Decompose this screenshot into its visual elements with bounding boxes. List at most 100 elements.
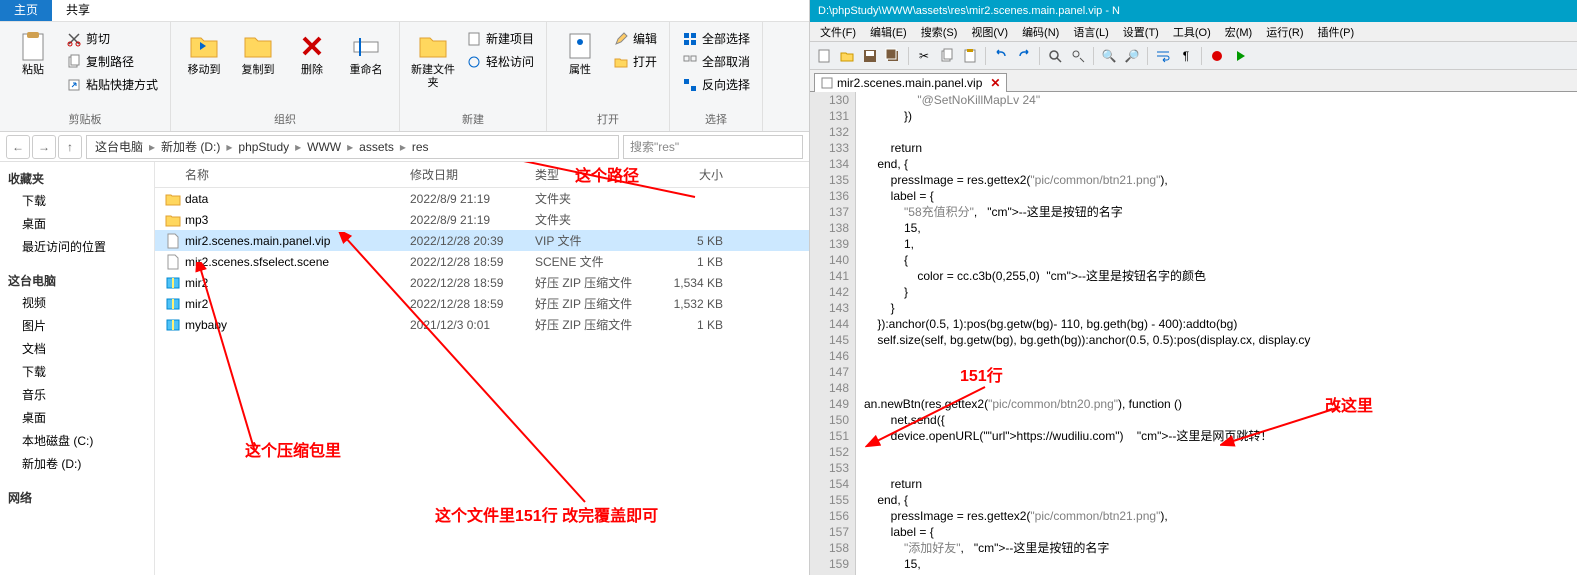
menu-macro[interactable]: 宏(M) [1219,23,1259,41]
menu-language[interactable]: 语言(L) [1067,23,1114,41]
back-button[interactable]: ← [6,135,30,159]
undo-icon[interactable] [991,46,1011,66]
rename-button[interactable]: 重命名 [341,28,391,79]
zoom-in-icon[interactable]: 🔍 [1099,46,1119,66]
sidebar-item-documents[interactable]: 文档 [4,337,150,360]
menu-plugins[interactable]: 插件(P) [1312,23,1361,41]
column-date[interactable]: 修改日期 [410,166,535,183]
menu-settings[interactable]: 设置(T) [1117,23,1165,41]
word-wrap-icon[interactable] [1153,46,1173,66]
search-input[interactable]: 搜索"res" [623,135,803,159]
show-all-chars-icon[interactable]: ¶ [1176,46,1196,66]
open-file-icon[interactable] [837,46,857,66]
tab-home[interactable]: 主页 [0,0,52,21]
sidebar-item-downloads[interactable]: 下载 [4,189,150,212]
select-group-label: 选择 [678,109,754,129]
sidebar-item-drive-c[interactable]: 本地磁盘 (C:) [4,429,150,452]
copy-icon[interactable] [937,46,957,66]
line-number-gutter: 1301311321331341351361371381391401411421… [810,92,856,575]
file-row[interactable]: mir2.scenes.sfselect.scene2022/12/28 18:… [155,251,809,272]
sidebar-item-videos[interactable]: 视频 [4,291,150,314]
redo-icon[interactable] [1014,46,1034,66]
menu-view[interactable]: 视图(V) [965,23,1014,41]
file-row[interactable]: data2022/8/9 21:19文件夹 [155,188,809,209]
clipboard-group-label: 剪贴板 [8,109,162,129]
sidebar-item-desktop[interactable]: 桌面 [4,212,150,235]
copy-to-button[interactable]: 复制到 [233,28,283,79]
cut-button[interactable]: 剪切 [62,28,162,49]
properties-button[interactable]: 属性 [555,28,605,79]
paste-icon[interactable] [960,46,980,66]
ribbon-tabs: 主页 共享 [0,0,809,22]
address-bar: ← → ↑ 这台电脑▸ 新加卷 (D:)▸ phpStudy▸ WWW▸ ass… [0,132,809,162]
file-row[interactable]: mir22022/12/28 18:59好压 ZIP 压缩文件1,534 KB [155,272,809,293]
file-list-pane: 名称 修改日期 类型 大小 data2022/8/9 21:19文件夹mp320… [155,162,809,575]
sidebar-item-drive-d[interactable]: 新加卷 (D:) [4,452,150,475]
select-all-button[interactable]: 全部选择 [678,28,754,49]
window-title: D:\phpStudy\WWW\assets\res\mir2.scenes.m… [810,0,1577,22]
breadcrumb[interactable]: 这台电脑▸ 新加卷 (D:)▸ phpStudy▸ WWW▸ assets▸ r… [86,135,619,159]
zoom-out-icon[interactable]: 🔎 [1122,46,1142,66]
file-explorer: 主页 共享 粘贴 剪切 复制路径 粘贴快捷方式 剪贴板 移动到 复制到 [0,0,810,575]
ribbon: 粘贴 剪切 复制路径 粘贴快捷方式 剪贴板 移动到 复制到 删除 重命名 组织 … [0,22,809,132]
menu-edit[interactable]: 编辑(E) [864,23,913,41]
tab-share[interactable]: 共享 [52,0,104,21]
save-all-icon[interactable] [883,46,903,66]
new-item-button[interactable]: 新建项目 [462,28,538,49]
save-icon[interactable] [860,46,880,66]
sidebar-favorites-header[interactable]: 收藏夹 [4,168,150,189]
code-editor[interactable]: 1301311321331341351361371381391401411421… [810,92,1577,575]
sidebar-this-pc-header[interactable]: 这台电脑 [4,270,150,291]
sidebar: 收藏夹 下载 桌面 最近访问的位置 这台电脑 视频 图片 文档 下载 音乐 桌面… [0,162,155,575]
sidebar-item-music[interactable]: 音乐 [4,383,150,406]
sidebar-item-recent[interactable]: 最近访问的位置 [4,235,150,258]
column-type[interactable]: 类型 [535,166,655,183]
notepad-editor: D:\phpStudy\WWW\assets\res\mir2.scenes.m… [810,0,1577,575]
menu-encoding[interactable]: 编码(N) [1016,23,1065,41]
new-file-icon[interactable] [814,46,834,66]
file-tab-icon [821,77,833,89]
editor-tab[interactable]: mir2.scenes.main.panel.vip ✕ [814,73,1007,92]
sidebar-item-pictures[interactable]: 图片 [4,314,150,337]
sidebar-item-desktop2[interactable]: 桌面 [4,406,150,429]
open-button[interactable]: 打开 [609,51,661,72]
file-list-header: 名称 修改日期 类型 大小 [155,162,809,188]
code-area[interactable]: "@SetNoKillMapLv 24" }) return end, { pr… [856,92,1577,575]
paste-shortcut-button[interactable]: 粘贴快捷方式 [62,74,162,95]
replace-icon[interactable] [1068,46,1088,66]
menu-file[interactable]: 文件(F) [814,23,862,41]
new-group-label: 新建 [408,109,538,129]
file-list: data2022/8/9 21:19文件夹mp32022/8/9 21:19文件… [155,188,809,575]
move-to-button[interactable]: 移动到 [179,28,229,79]
edit-button[interactable]: 编辑 [609,28,661,49]
delete-button[interactable]: 删除 [287,28,337,79]
menu-bar: 文件(F) 编辑(E) 搜索(S) 视图(V) 编码(N) 语言(L) 设置(T… [810,22,1577,42]
toolbar: ✂ 🔍 🔎 ¶ [810,42,1577,70]
sidebar-network-header[interactable]: 网络 [4,487,150,508]
select-none-button[interactable]: 全部取消 [678,51,754,72]
file-row[interactable]: mir22022/12/28 18:59好压 ZIP 压缩文件1,532 KB [155,293,809,314]
menu-run[interactable]: 运行(R) [1260,23,1309,41]
invert-selection-button[interactable]: 反向选择 [678,74,754,95]
paste-button[interactable]: 粘贴 [8,28,58,79]
editor-tabs: mir2.scenes.main.panel.vip ✕ [810,70,1577,92]
cut-icon[interactable]: ✂ [914,46,934,66]
file-row[interactable]: mir2.scenes.main.panel.vip2022/12/28 20:… [155,230,809,251]
organize-group-label: 组织 [179,109,391,129]
forward-button[interactable]: → [32,135,56,159]
menu-tools[interactable]: 工具(O) [1167,23,1217,41]
file-row[interactable]: mybaby2021/12/3 0:01好压 ZIP 压缩文件1 KB [155,314,809,335]
column-size[interactable]: 大小 [655,166,735,183]
new-folder-button[interactable]: 新建文件夹 [408,28,458,92]
easy-access-button[interactable]: 轻松访问 [462,51,538,72]
record-macro-icon[interactable] [1207,46,1227,66]
close-tab-icon[interactable]: ✕ [990,76,1000,90]
file-row[interactable]: mp32022/8/9 21:19文件夹 [155,209,809,230]
menu-search[interactable]: 搜索(S) [915,23,964,41]
copy-path-button[interactable]: 复制路径 [62,51,162,72]
sidebar-item-downloads2[interactable]: 下载 [4,360,150,383]
column-name[interactable]: 名称 [155,166,410,183]
play-macro-icon[interactable] [1230,46,1250,66]
find-icon[interactable] [1045,46,1065,66]
up-button[interactable]: ↑ [58,135,82,159]
